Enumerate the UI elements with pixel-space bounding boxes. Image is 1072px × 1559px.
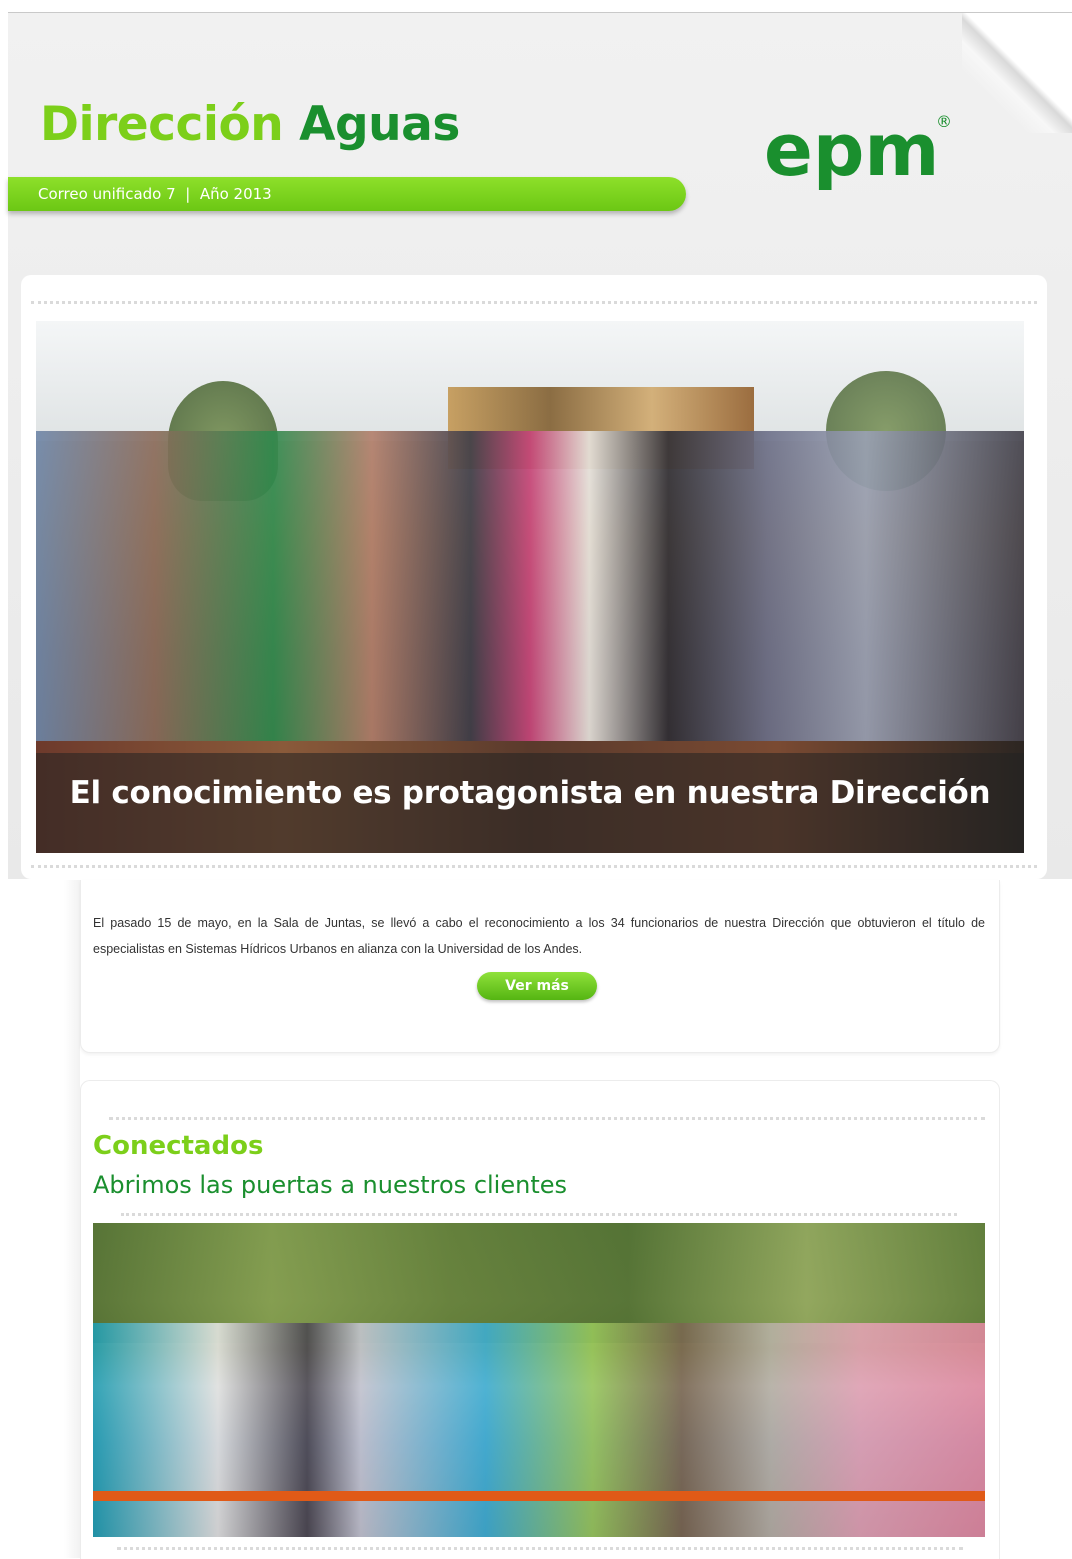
photo-caption: El conocimiento es protagonista en nuest…	[69, 775, 991, 811]
section-title: Conectados	[93, 1131, 264, 1161]
dotted-divider-bottom-2	[117, 1547, 963, 1550]
dotted-divider-bottom	[31, 865, 1037, 868]
ver-mas-button[interactable]: Ver más	[477, 972, 597, 1000]
photo-visitors	[93, 1323, 985, 1537]
feature-photo[interactable]: El conocimiento es protagonista en nuest…	[36, 321, 1024, 853]
left-margin-shade	[64, 880, 80, 1558]
title-part-1: Dirección	[40, 97, 284, 152]
edition-label: Correo unificado 7	[38, 185, 176, 203]
newsletter-header: Dirección Aguas epm ® Correo unificado 7…	[8, 12, 1072, 879]
title-part-2: Aguas	[299, 97, 460, 152]
photo-group-of-people	[36, 431, 1024, 761]
article-card: El pasado 15 de mayo, en la Sala de Junt…	[80, 880, 1000, 1053]
photo-caption-overlay: El conocimiento es protagonista en nuest…	[36, 753, 1024, 853]
logo-text: epm	[764, 108, 939, 192]
conectados-card: Conectados Abrimos las puertas a nuestro…	[80, 1080, 1000, 1559]
section-subtitle[interactable]: Abrimos las puertas a nuestros clientes	[93, 1171, 567, 1199]
dotted-divider-top	[31, 301, 1037, 304]
conectados-photo[interactable]	[93, 1223, 985, 1537]
edition-info: Correo unificado 7 | Año 2013	[38, 177, 272, 211]
edition-separator: |	[185, 185, 191, 203]
edition-year: Año 2013	[199, 185, 272, 203]
epm-logo: epm ®	[764, 108, 952, 192]
article-body: El pasado 15 de mayo, en la Sala de Junt…	[93, 916, 985, 956]
feature-card: El conocimiento es protagonista en nuest…	[21, 275, 1047, 879]
page-curl-decoration	[962, 13, 1072, 133]
dotted-divider-photo	[121, 1213, 957, 1216]
logo-registered-mark: ®	[936, 112, 952, 131]
newsletter-title: Dirección Aguas	[40, 97, 460, 152]
dotted-divider-conectados	[109, 1117, 985, 1120]
edition-bar: Correo unificado 7 | Año 2013	[8, 177, 686, 211]
photo-orange-railing	[93, 1491, 985, 1501]
